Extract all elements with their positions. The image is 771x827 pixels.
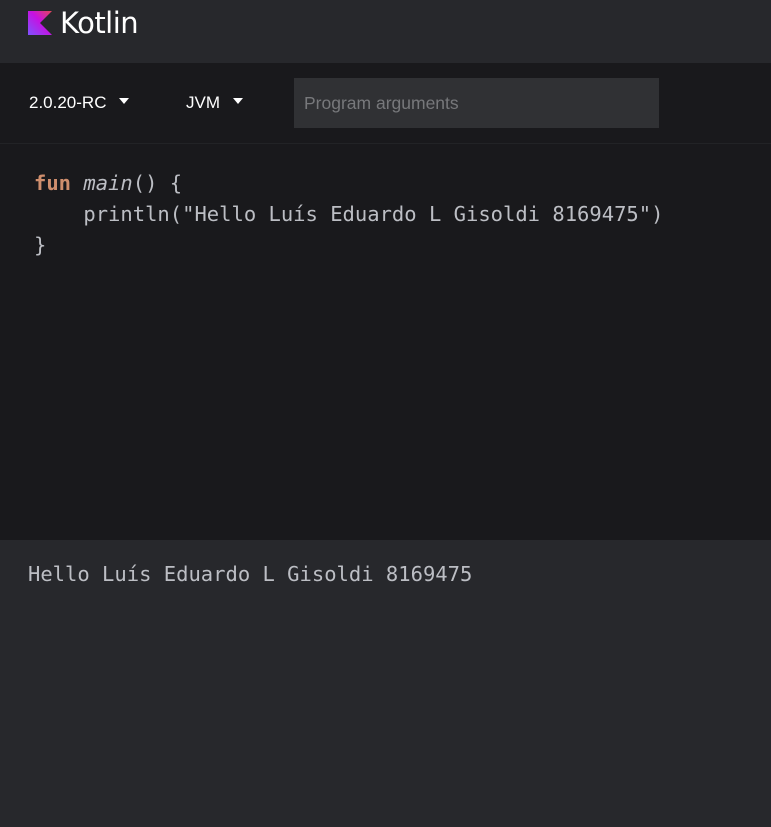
platform-dropdown[interactable]: JVM [186,63,243,143]
platform-label: JVM [186,93,220,112]
code-line: println("Hello Luís Eduardo L Gisoldi 81… [34,202,664,226]
code-line: fun main() { [34,171,182,195]
code-line: } [34,233,47,257]
kotlin-logo-icon [28,11,52,35]
output-text: Hello Luís Eduardo L Gisoldi 8169475 [28,562,473,586]
version-dropdown[interactable]: 2.0.20-RC [29,63,130,143]
brand-name: Kotlin [60,6,139,40]
function-name-token: main [83,171,133,195]
toolbar: 2.0.20-RC JVM [0,63,771,144]
kotlin-logo[interactable]: Kotlin [28,6,139,40]
program-arguments-input[interactable] [294,78,659,128]
chevron-down-icon [119,98,130,104]
code-content[interactable]: fun main() { println("Hello Luís Eduardo… [34,168,663,261]
chevron-down-icon [233,98,243,104]
output-panel: Hello Luís Eduardo L Gisoldi 8169475 [0,540,771,827]
code-punctuation: () { [132,171,183,195]
header: Kotlin [0,0,771,63]
code-editor[interactable]: fun main() { println("Hello Luís Eduardo… [0,144,771,540]
kotlin-playground: Kotlin 2.0.20-RC JVM fun main() { printl… [0,0,771,827]
version-label: 2.0.20-RC [29,93,107,112]
keyword-token: fun [34,171,72,195]
